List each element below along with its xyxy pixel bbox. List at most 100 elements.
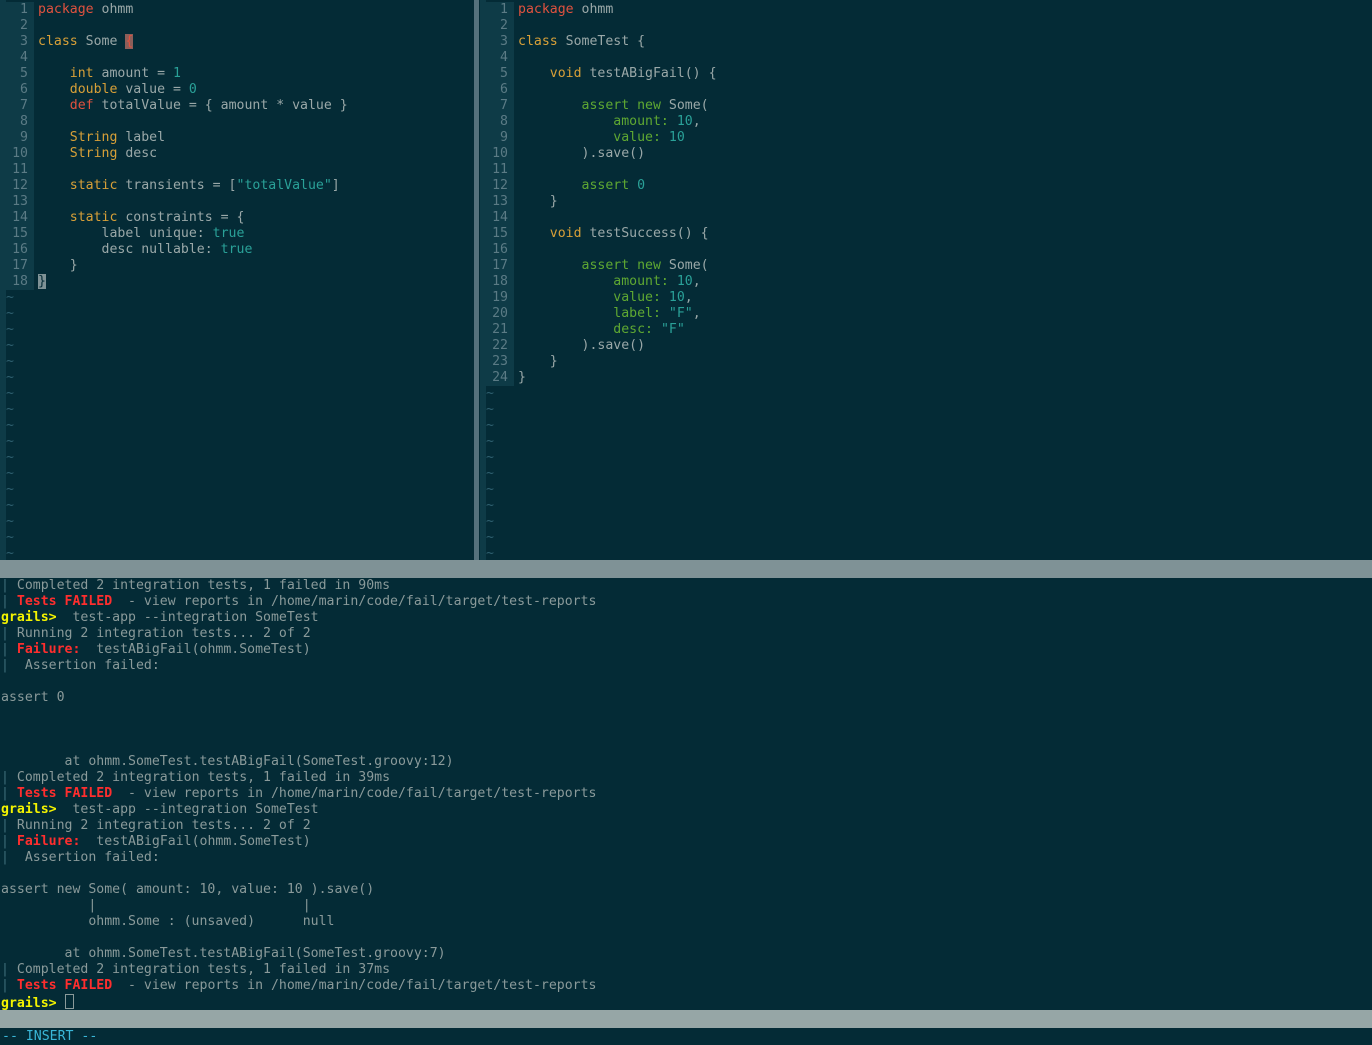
terminal-token: Running 2 integration tests... 2 of 2 <box>9 626 311 641</box>
code-token <box>518 290 613 305</box>
code-token: 10 <box>677 114 693 129</box>
code-line[interactable]: 16 desc nullable: true <box>0 242 472 258</box>
terminal-line <box>0 674 1372 690</box>
code-token <box>38 178 70 193</box>
tilde-icon: ~ <box>480 530 514 546</box>
code-line[interactable]: 9 String label <box>0 130 472 146</box>
code-line[interactable]: 6 double value = 0 <box>0 82 472 98</box>
code-line[interactable]: 12 assert 0 <box>480 178 1372 194</box>
code-line[interactable]: 24} <box>480 370 1372 386</box>
terminal-token: Assertion failed: <box>9 850 160 865</box>
code-line[interactable]: 13 } <box>480 194 1372 210</box>
line-number: 14 <box>0 210 34 226</box>
terminal-buffer[interactable]: | Completed 2 integration tests, 1 faile… <box>0 578 1372 1010</box>
code-token: value = <box>117 82 188 97</box>
code-token <box>518 178 582 193</box>
code-token <box>38 66 70 81</box>
statusline-right: test/integration/ohmm/SomeTest.groovy 7,… <box>448 560 1372 578</box>
code-token <box>629 178 637 193</box>
code-buffer-right[interactable]: 1package ohmm23class SomeTest {45 void t… <box>480 0 1372 560</box>
tilde-icon: ~ <box>0 434 34 450</box>
code-line[interactable]: 16 <box>480 242 1372 258</box>
code-token: true <box>213 226 245 241</box>
code-line[interactable]: 20 label: "F", <box>480 306 1372 322</box>
empty-line-marker: ~ <box>0 546 472 560</box>
terminal-token: Failure: <box>9 642 80 657</box>
code-token: } <box>518 370 526 385</box>
tilde-icon: ~ <box>480 514 514 530</box>
tilde-icon: ~ <box>480 450 514 466</box>
code-line[interactable]: 18} <box>0 274 472 290</box>
code-line[interactable]: 7 assert new Some( <box>480 98 1372 114</box>
code-token <box>38 210 70 225</box>
code-line[interactable]: 5 int amount = 1 <box>0 66 472 82</box>
code-line[interactable]: 4 <box>0 50 472 66</box>
code-line[interactable]: 21 desc: "F" <box>480 322 1372 338</box>
code-line[interactable]: 12 static transients = ["totalValue"] <box>0 178 472 194</box>
editor-pane-left[interactable]: 1package ohmm23class Some {45 int amount… <box>0 0 472 560</box>
code-token: } <box>38 274 46 289</box>
code-token: amount: <box>613 114 669 129</box>
code-line[interactable]: 15 void testSuccess() { <box>480 226 1372 242</box>
line-number: 7 <box>0 98 34 114</box>
code-line[interactable]: 19 value: 10, <box>480 290 1372 306</box>
empty-line-marker: ~ <box>0 482 472 498</box>
code-line[interactable]: 18 amount: 10, <box>480 274 1372 290</box>
code-token: SomeTest { <box>558 34 645 49</box>
code-line[interactable]: 2 <box>480 18 1372 34</box>
code-token: ohmm <box>574 2 614 17</box>
code-token: Some( <box>661 98 709 113</box>
terminal-token: grails> <box>1 610 57 625</box>
empty-line-marker: ~ <box>480 450 1372 466</box>
code-line[interactable]: 3class SomeTest { <box>480 34 1372 50</box>
line-number: 8 <box>0 114 34 130</box>
code-line[interactable]: 5 void testABigFail() { <box>480 66 1372 82</box>
code-line[interactable]: 22 ).save() <box>480 338 1372 354</box>
empty-line-marker: ~ <box>480 546 1372 560</box>
code-line[interactable]: 17 assert new Some( <box>480 258 1372 274</box>
code-line[interactable]: 6 <box>480 82 1372 98</box>
code-line[interactable]: 8 amount: 10, <box>480 114 1372 130</box>
code-token <box>518 66 550 81</box>
empty-line-marker: ~ <box>0 498 472 514</box>
code-token: desc <box>117 146 157 161</box>
editor-pane-right[interactable]: 1package ohmm23class SomeTest {45 void t… <box>480 0 1372 560</box>
code-line[interactable]: 11 <box>480 162 1372 178</box>
line-number: 16 <box>480 242 514 258</box>
code-token <box>518 322 613 337</box>
code-line[interactable]: 9 value: 10 <box>480 130 1372 146</box>
tilde-icon: ~ <box>480 482 514 498</box>
code-line[interactable]: 1package ohmm <box>480 2 1372 18</box>
code-line[interactable]: 4 <box>480 50 1372 66</box>
line-number: 4 <box>0 50 34 66</box>
code-line[interactable]: 3class Some { <box>0 34 472 50</box>
line-number: 15 <box>480 226 514 242</box>
code-line[interactable]: 17 } <box>0 258 472 274</box>
code-line[interactable]: 14 static constraints = { <box>0 210 472 226</box>
code-token: value: <box>613 130 661 145</box>
code-line[interactable]: 11 <box>0 162 472 178</box>
code-line[interactable]: 15 label unique: true <box>0 226 472 242</box>
code-buffer-left[interactable]: 1package ohmm23class Some {45 int amount… <box>0 0 472 560</box>
code-line[interactable]: 2 <box>0 18 472 34</box>
code-token: "F" <box>661 322 685 337</box>
code-line[interactable]: 23 } <box>480 354 1372 370</box>
terminal-line <box>0 930 1372 946</box>
code-line[interactable]: 14 <box>480 210 1372 226</box>
code-line[interactable]: 10 String desc <box>0 146 472 162</box>
code-token: } <box>518 354 558 369</box>
tilde-icon: ~ <box>480 466 514 482</box>
code-token: Some <box>78 34 126 49</box>
code-line[interactable]: 10 ).save() <box>480 146 1372 162</box>
code-line[interactable]: 13 <box>0 194 472 210</box>
code-line[interactable]: 7 def totalValue = { amount * value } <box>0 98 472 114</box>
line-number: 12 <box>0 178 34 194</box>
terminal-token: Failure: <box>9 834 80 849</box>
terminal-token: Assertion failed: <box>9 658 160 673</box>
terminal-line: assert new Some( amount: 10, value: 10 )… <box>0 882 1372 898</box>
code-token: ] <box>332 178 340 193</box>
terminal-token: testABigFail(ohmm.SomeTest) <box>80 642 310 657</box>
code-line[interactable]: 1package ohmm <box>0 2 472 18</box>
code-token: void <box>550 66 582 81</box>
code-line[interactable]: 8 <box>0 114 472 130</box>
